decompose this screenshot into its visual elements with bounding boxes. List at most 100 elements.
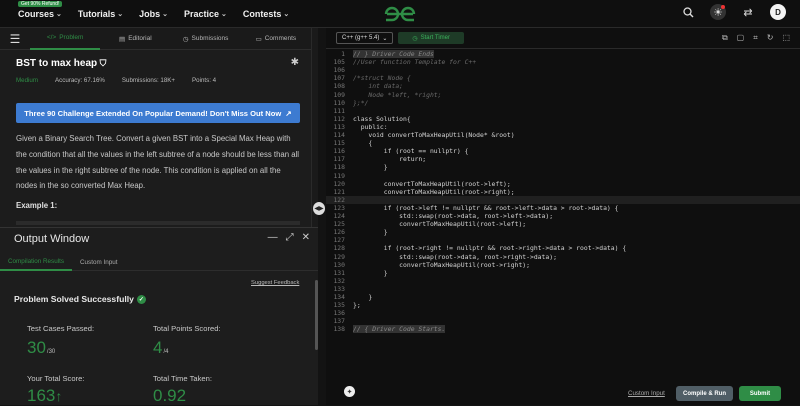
code-line[interactable]: 121 convertToMaxHeapUtil(root->right); [326, 188, 800, 196]
expand-icon[interactable]: ⤢ [286, 232, 294, 243]
code-line[interactable]: 134 } [326, 293, 800, 301]
banner-text: Three 90 Challenge Extended On Popular D… [24, 108, 282, 118]
code-text: } [353, 268, 388, 277]
nav-contests[interactable]: Contests ⌄ [243, 9, 289, 19]
custom-input-link[interactable]: Custom Input [628, 390, 665, 397]
code-line[interactable]: 108 int data; [326, 82, 800, 90]
code-line[interactable]: 137 [326, 317, 800, 325]
search-icon[interactable] [680, 4, 696, 20]
code-line[interactable]: 109 Node *left, *right; [326, 91, 800, 99]
tab-problem[interactable]: </> Problem [30, 28, 101, 50]
total-score-label: Your Total Score: [27, 374, 85, 383]
start-timer-button[interactable]: ◷ Start Timer [398, 32, 464, 44]
code-text: std::swap(root->data, root->right->data)… [353, 252, 557, 261]
bookmark-icon[interactable]: ⛉ [97, 58, 107, 68]
total: /30 [46, 349, 56, 355]
code-line[interactable]: 138 // { Driver Code Starts. [326, 325, 800, 334]
minimize-icon[interactable]: — [268, 232, 278, 243]
nav-jobs[interactable]: Jobs ⌄ [139, 9, 168, 19]
code-line[interactable]: 117 return; [326, 155, 800, 163]
status-text: Problem Solved Successfully [14, 294, 134, 304]
code-text: } [353, 163, 388, 172]
code-line[interactable]: 122 [326, 195, 800, 204]
tab-submissions[interactable]: ◷ Submissions [171, 28, 241, 50]
panel-divider[interactable] [311, 28, 318, 227]
code-line[interactable]: 1 // } Driver Code Ends [326, 50, 800, 59]
code-line[interactable]: 124 std::swap(root->data, root->left->da… [326, 212, 800, 220]
code-line[interactable]: 133 [326, 285, 800, 293]
code-snippet-icon[interactable]: ⌗ [753, 33, 758, 43]
code-line[interactable]: 120 convertToMaxHeapUtil(root->left); [326, 180, 800, 188]
problem-tabbar: ☰ </> Problem ▤ Editorial ◷ Submissions ▭ Co… [0, 28, 311, 50]
tab-label: Problem [59, 34, 84, 41]
nav-label: Contests [242, 8, 282, 19]
line-number: 119 [333, 171, 345, 180]
submit-button[interactable]: Submit [739, 386, 781, 401]
code-line[interactable]: 125 convertToMaxHeapUtil(root->left); [326, 220, 800, 228]
nav-courses[interactable]: Courses ⌄ [18, 9, 62, 19]
code-line[interactable]: 127 [326, 236, 800, 244]
code-line[interactable]: 107 /*struct Node { [326, 74, 800, 82]
language-select[interactable]: C++ (g++ 5.4) ⌄ [336, 32, 394, 44]
code-line[interactable]: 110};*/ [326, 99, 800, 107]
gfg-logo[interactable] [383, 5, 417, 23]
code-line[interactable]: 128 if (root->right != nullptr && root->… [326, 244, 800, 252]
close-icon[interactable]: ✕ [302, 232, 310, 243]
tab-custom-input[interactable]: Custom Input [72, 253, 125, 271]
tab-compilation-results[interactable]: Compilation Results [0, 253, 72, 271]
code-line[interactable]: 119 [326, 172, 800, 180]
line-number: 109 [333, 90, 345, 99]
total: /4 [163, 349, 169, 355]
reset-icon[interactable]: ↻ [767, 33, 774, 43]
compile-run-button[interactable]: Compile & Run [676, 386, 733, 401]
code-line[interactable]: 105 //User function Template for C++ [326, 58, 800, 66]
code-line[interactable]: 118 } [326, 163, 800, 171]
points-stat: Points: 4 [192, 77, 217, 84]
line-number: 115 [333, 139, 345, 148]
suggest-feedback-link[interactable]: Suggest Feedback [251, 280, 299, 286]
status-message: Problem Solved Successfully ✓ [14, 294, 146, 304]
code-line[interactable]: 116 if (root == nullptr) { [326, 147, 800, 155]
lightbulb-icon[interactable]: ✦ [344, 386, 355, 397]
code-line[interactable]: 131 } [326, 269, 800, 277]
line-number: 129 [333, 252, 345, 261]
line-number: 123 [333, 203, 345, 212]
nav-practice[interactable]: Practice ⌄ [184, 9, 227, 19]
output-tabs: Compilation Results Custom Input [0, 253, 318, 271]
nav-tutorials[interactable]: Tutorials ⌄ [78, 9, 123, 19]
line-number: 108 [333, 82, 345, 91]
code-line[interactable]: 135}; [326, 301, 800, 309]
tab-editorial[interactable]: ▤ Editorial [100, 28, 170, 50]
tab-label: Submissions [191, 35, 229, 42]
code-line[interactable]: 129 std::swap(root->data, root->right->d… [326, 253, 800, 261]
code-line[interactable]: 123 if (root->left != nullptr && root->l… [326, 204, 800, 212]
code-line[interactable]: 136 [326, 309, 800, 317]
avatar[interactable]: D [770, 4, 786, 20]
line-number: 106 [333, 66, 345, 75]
file-icon[interactable]: ▢ [737, 33, 745, 43]
promo-banner[interactable]: Three 90 Challenge Extended On Popular D… [16, 103, 300, 123]
promo-badge[interactable]: Get 90% Refund! [18, 1, 63, 7]
code-line[interactable]: 113 public: [326, 123, 800, 131]
hamburger-menu-icon[interactable]: ☰ [0, 32, 30, 46]
nav-label: Tutorials [77, 8, 116, 19]
code-line[interactable]: 106 [326, 66, 800, 74]
code-line[interactable]: 126 } [326, 228, 800, 236]
code-line[interactable]: 132 [326, 277, 800, 285]
code-line[interactable]: 112 class Solution{ [326, 115, 800, 123]
code-line[interactable]: 114 void convertToMaxHeapUtil(Node* &roo… [326, 131, 800, 139]
resize-handle-icon[interactable]: ◀▶ [313, 202, 325, 215]
line-number: 136 [333, 309, 345, 318]
fullscreen-icon[interactable]: ⬚ [782, 33, 790, 43]
translate-icon[interactable]: ⇄ [740, 4, 756, 20]
code-line[interactable]: 111 [326, 107, 800, 115]
theme-toggle-icon[interactable]: ☀ [710, 4, 726, 20]
code-area[interactable]: 1 // } Driver Code Ends 105 //User function… [326, 50, 800, 376]
bug-report-icon[interactable]: ✱ [291, 57, 299, 68]
copy-icon[interactable]: ⧉ [722, 33, 728, 43]
code-text: convertToMaxHeapUtil(root->right); [353, 187, 515, 196]
code-line[interactable]: 130 convertToMaxHeapUtil(root->right); [326, 261, 800, 269]
code-line[interactable]: 115 { [326, 139, 800, 147]
output-scrollbar[interactable] [315, 280, 318, 350]
tab-comments[interactable]: ▭ Comments [241, 28, 311, 50]
